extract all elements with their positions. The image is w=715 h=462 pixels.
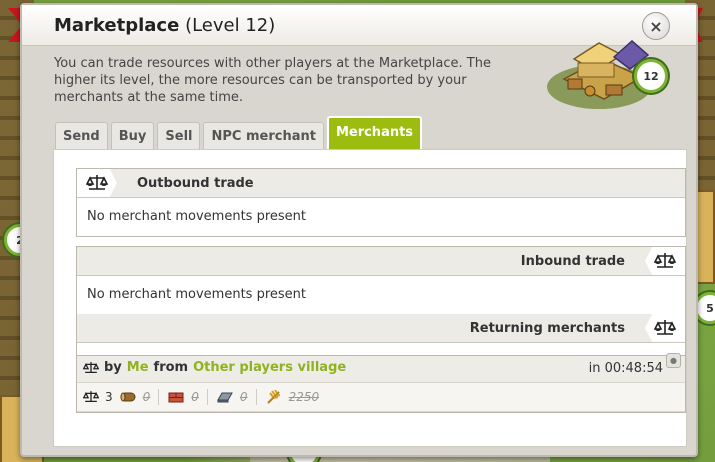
clay-amount: 0 <box>191 390 199 404</box>
tab-send[interactable]: Send <box>55 122 108 149</box>
inbound-empty-message: No merchant movements present <box>77 276 685 314</box>
cancel-trade-button[interactable]: ● <box>666 353 681 368</box>
returning-merchant-row: by Me from Other players village in 00:4… <box>77 353 685 383</box>
village-link[interactable]: Other players village <box>193 360 346 375</box>
marketplace-dialog: Marketplace (Level 12) × You can trade r… <box>20 3 698 457</box>
crop-icon <box>266 390 280 404</box>
from-label: from <box>153 360 189 375</box>
scales-icon <box>77 169 117 197</box>
returning-merchants-header: Returning merchants <box>77 314 685 343</box>
arrival-countdown: in 00:48:54 <box>588 361 663 376</box>
dialog-title: Marketplace (Level 12) <box>54 15 275 36</box>
scales-icon <box>645 314 685 342</box>
returning-merchants-section: Returning merchants by Me from Other pla… <box>76 314 686 413</box>
iron-amount: 0 <box>239 390 248 404</box>
inbound-trade-title: Inbound trade <box>520 254 625 269</box>
inbound-trade-section: Inbound trade No merchant movements pres… <box>76 246 686 315</box>
building-level-badge: 12 <box>634 59 668 93</box>
crop-amount: 2250 <box>288 390 320 404</box>
scales-icon <box>83 361 99 373</box>
transported-resources: 3 0 0 0 2250 <box>77 383 685 412</box>
wood-amount: 0 <box>142 390 151 404</box>
tab-merchants[interactable]: Merchants <box>326 116 423 149</box>
inbound-trade-header: Inbound trade <box>77 247 685 276</box>
clay-icon <box>168 392 184 403</box>
building-name: Marketplace <box>54 15 180 36</box>
divider <box>158 389 160 405</box>
iron-icon <box>217 392 233 403</box>
divider <box>255 389 257 405</box>
building-level-text: (Level 12) <box>185 15 276 36</box>
outbound-trade-section: Outbound trade No merchant movements pre… <box>76 168 686 237</box>
tab-npc-merchant[interactable]: NPC merchant <box>203 122 324 149</box>
merchant-count: 3 <box>105 390 113 404</box>
outbound-empty-message: No merchant movements present <box>77 198 685 236</box>
section-spacer <box>77 343 685 356</box>
divider <box>206 389 208 405</box>
outbound-trade-title: Outbound trade <box>137 176 254 191</box>
outbound-trade-header: Outbound trade <box>77 169 685 198</box>
merchant-origin: by Me from Other players village <box>83 360 346 375</box>
merchants-panel: Outbound trade No merchant movements pre… <box>53 149 687 447</box>
tab-sell[interactable]: Sell <box>157 122 201 149</box>
player-link[interactable]: Me <box>127 360 149 375</box>
building-description: You can trade resources with other playe… <box>54 56 491 105</box>
returning-merchants-title: Returning merchants <box>469 321 625 336</box>
merchant-icon <box>83 391 99 403</box>
scales-icon <box>645 247 685 275</box>
by-label: by <box>104 360 122 375</box>
tab-buy[interactable]: Buy <box>110 122 155 149</box>
wood-icon <box>120 392 136 402</box>
marketplace-tabs: Send Buy Sell NPC merchant Merchants <box>55 116 423 149</box>
